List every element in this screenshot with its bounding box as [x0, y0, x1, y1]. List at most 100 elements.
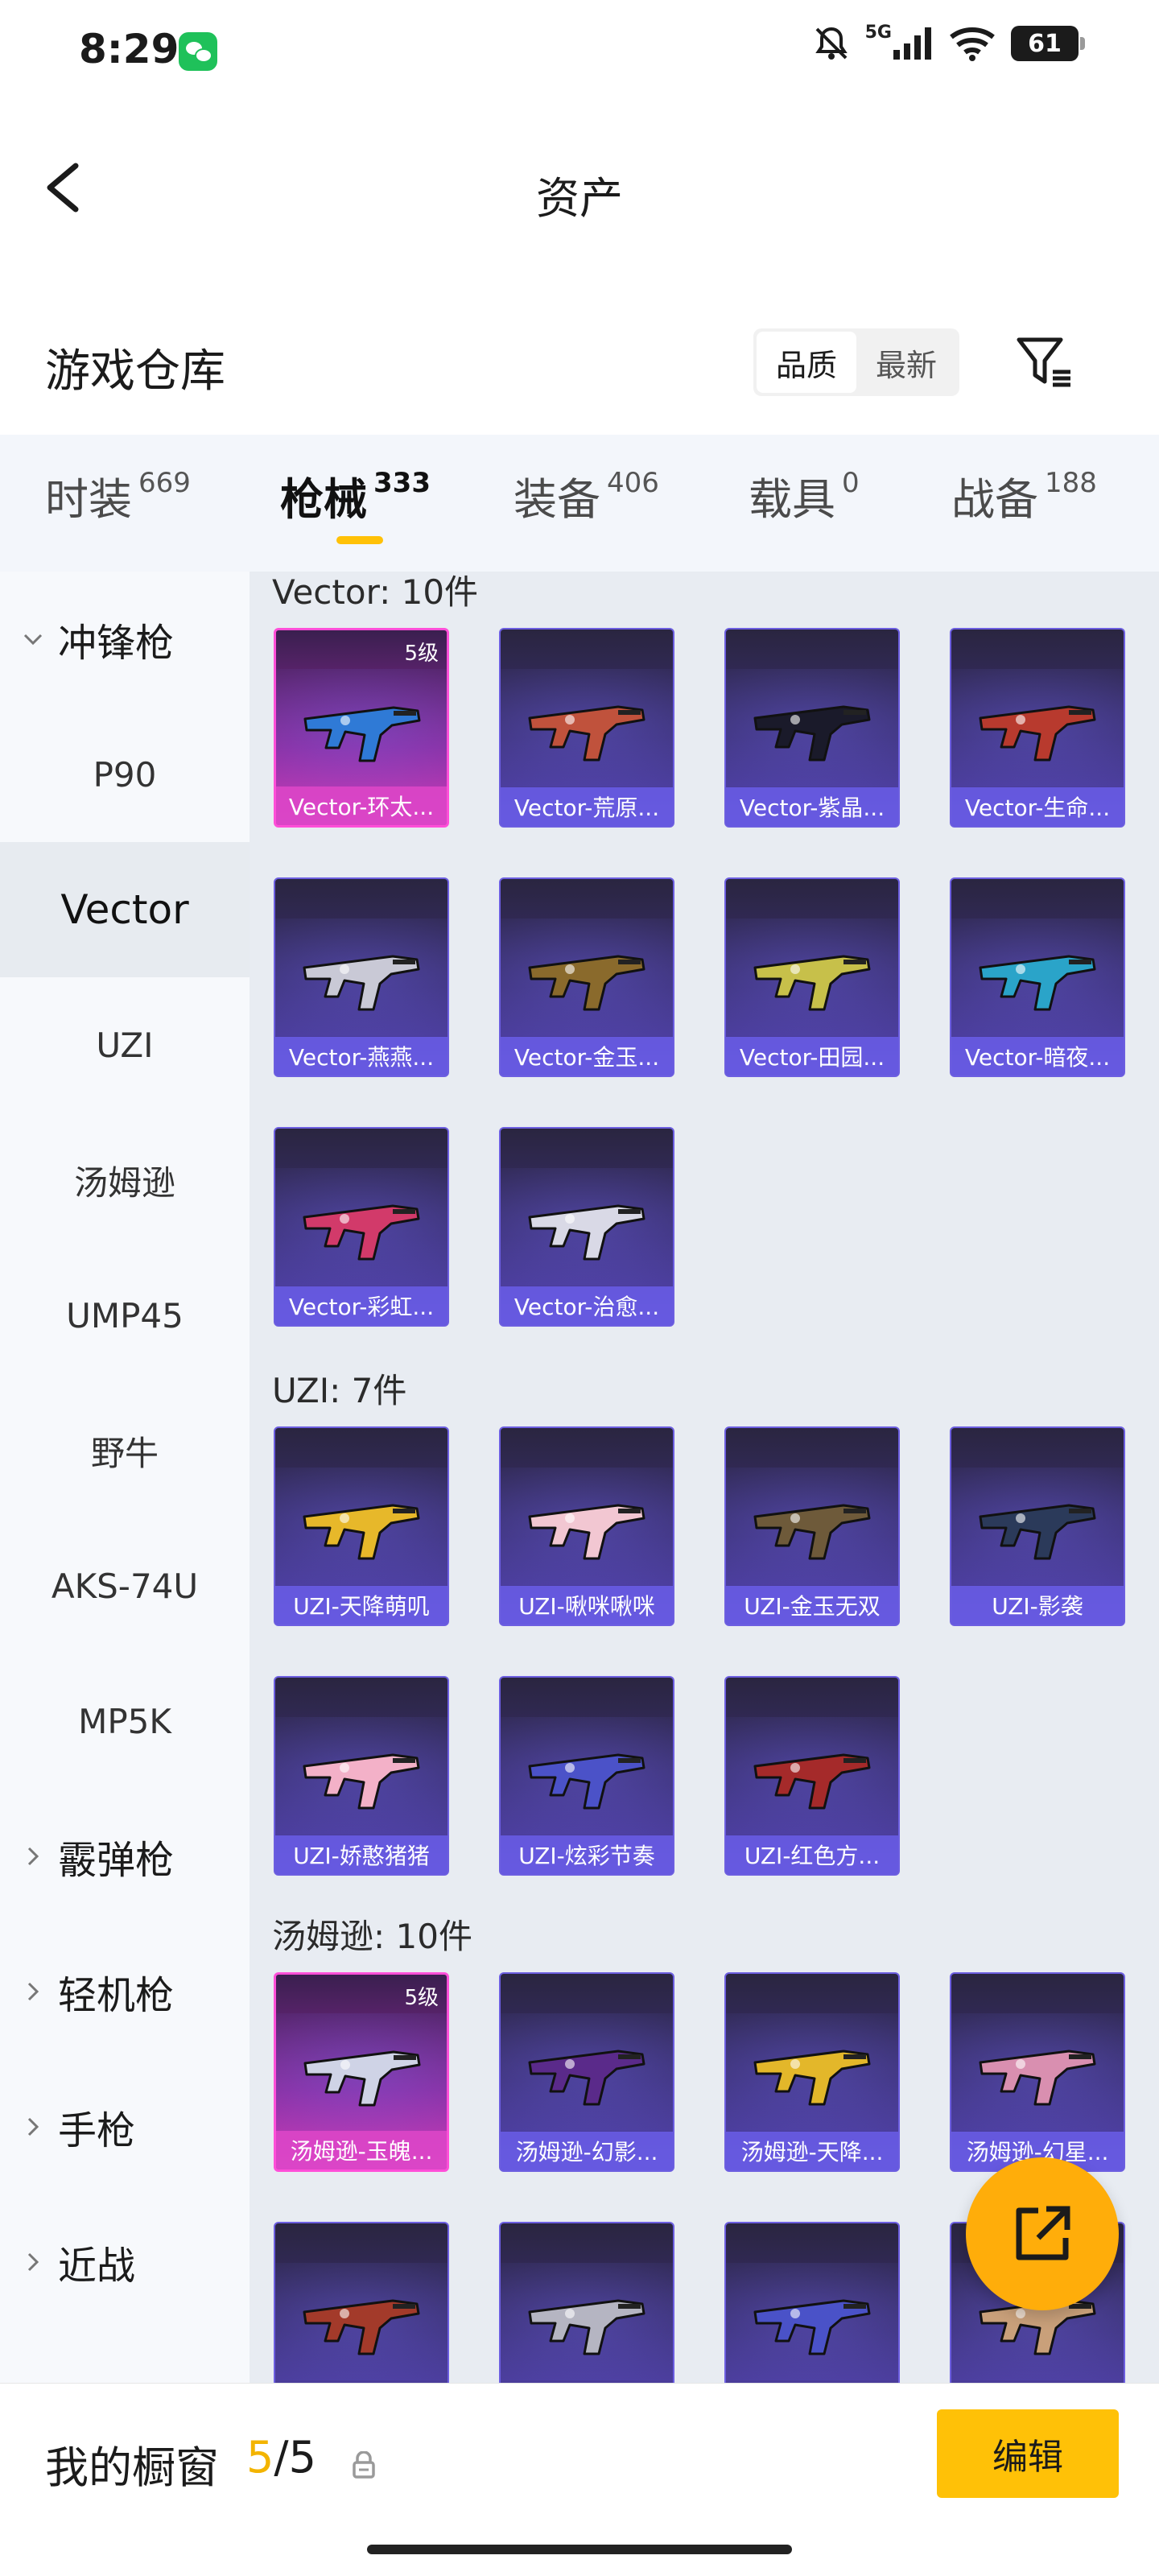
weapon-skin-image: [522, 1734, 655, 1814]
sidebar-item-uzi[interactable]: UZI: [0, 977, 250, 1113]
skin-card[interactable]: UZI-金玉无双: [724, 1426, 900, 1626]
skin-card[interactable]: [499, 2222, 674, 2383]
skin-card[interactable]: UZI-天降萌叽: [274, 1426, 449, 1626]
sort-option-newest[interactable]: 最新: [856, 332, 956, 393]
skin-card[interactable]: Vector-紫晶...: [724, 628, 900, 828]
weapon-skin-image: [522, 1185, 655, 1265]
weapon-skin-image: [747, 1734, 881, 1814]
weapon-skin-image: [522, 935, 655, 1016]
app-header: 资产: [0, 121, 1159, 258]
tab-supplies[interactable]: 战备 188: [951, 464, 1097, 527]
sidebar-group-pistol[interactable]: 手枪: [0, 2059, 250, 2194]
sidebar-group-melee[interactable]: 近战: [0, 2194, 250, 2330]
tab-count: 669: [138, 467, 191, 499]
chevron-down-icon: [23, 634, 43, 646]
skin-name: UZI-炫彩节奏: [501, 1835, 673, 1874]
sidebar-item-label: 近战: [58, 2244, 136, 2289]
skin-card[interactable]: 5级 Vector-环太...: [274, 628, 449, 828]
sidebar-item-vector[interactable]: Vector: [0, 842, 250, 977]
skin-card[interactable]: 汤姆逊-幻星...: [950, 1972, 1125, 2172]
sidebar-item-bizon[interactable]: 野牛: [0, 1383, 250, 1518]
category-tabs: 时装 669 枪械 333 装备 406 载具 0 战备 188: [0, 435, 1159, 572]
showcase-count-separator: /: [274, 2432, 289, 2483]
skin-card[interactable]: 5级汤姆逊-玉魄...: [274, 1972, 449, 2172]
tab-fashion[interactable]: 时装 669: [45, 464, 191, 527]
skin-card[interactable]: [274, 2222, 449, 2383]
weapon-skin-image: [296, 935, 430, 1016]
skin-name: UZI-天降萌叽: [275, 1586, 448, 1624]
sidebar-item-ump45[interactable]: UMP45: [0, 1248, 250, 1383]
skin-card[interactable]: UZI-娇憨猪猪: [274, 1676, 449, 1876]
skin-name: Vector-生命...: [951, 787, 1124, 826]
skin-name: UZI-影袭: [951, 1586, 1124, 1624]
warehouse-header: 游戏仓库 品质 最新: [0, 314, 1159, 411]
tab-vehicles[interactable]: 载具 0: [749, 464, 860, 527]
skin-name: Vector-金玉...: [501, 1037, 673, 1075]
skin-card[interactable]: Vector-暗夜...: [950, 877, 1125, 1077]
filter-button[interactable]: [1011, 328, 1079, 396]
chevron-right-icon: [27, 1982, 39, 2001]
page-title: 资产: [536, 173, 623, 224]
skin-card[interactable]: UZI-红色方...: [724, 1676, 900, 1876]
sort-toggle: 品质 最新: [753, 328, 959, 396]
showcase-bar: 我的橱窗 5/5 编辑: [0, 2383, 1159, 2576]
weapon-skin-image: [972, 686, 1106, 766]
tab-firearms[interactable]: 枪械 333: [280, 464, 431, 527]
share-fab-button[interactable]: [966, 2157, 1119, 2310]
tab-label: 枪械: [280, 474, 367, 525]
skin-card[interactable]: Vector-田园...: [724, 877, 900, 1077]
skin-name: Vector-紫晶...: [726, 787, 898, 826]
skin-name: Vector-治愈...: [501, 1286, 673, 1325]
section-title: 游戏仓库: [45, 345, 225, 398]
sidebar-item-label: 冲锋枪: [58, 621, 175, 666]
status-time: 8:29: [79, 26, 179, 72]
skin-level-badge: 5级: [404, 1986, 439, 2010]
weapon-skin-image: [522, 686, 655, 766]
skin-card[interactable]: 汤姆逊-幻影...: [499, 1972, 674, 2172]
skin-card[interactable]: Vector-彩虹...: [274, 1127, 449, 1327]
weapon-skin-image: [522, 2030, 655, 2111]
sidebar-item-thompson[interactable]: 汤姆逊: [0, 1113, 250, 1248]
tab-count: 0: [842, 467, 860, 499]
skin-card[interactable]: 汤姆逊-天降...: [724, 1972, 900, 2172]
sort-option-quality[interactable]: 品质: [757, 332, 856, 393]
weapon-skin-image: [522, 1484, 655, 1565]
sidebar-item-mp5k[interactable]: MP5K: [0, 1653, 250, 1789]
skin-name: Vector-荒原...: [501, 787, 673, 826]
weapon-skin-image: [522, 2280, 655, 2360]
edit-showcase-button[interactable]: 编辑: [937, 2409, 1119, 2498]
group-title: 汤姆逊: 10件: [272, 1917, 472, 1956]
skin-name: UZI-金玉无双: [726, 1586, 898, 1624]
sidebar-item-p90[interactable]: P90: [0, 707, 250, 842]
skin-card[interactable]: UZI-炫彩节奏: [499, 1676, 674, 1876]
skin-card[interactable]: Vector-荒原...: [499, 628, 674, 828]
weapon-skin-image: [747, 1484, 881, 1565]
skin-card[interactable]: Vector-生命...: [950, 628, 1125, 828]
skin-name: 汤姆逊-幻影...: [501, 2132, 673, 2170]
sidebar-item-aks74u[interactable]: AKS-74U: [0, 1518, 250, 1653]
weapon-skin-image: [747, 686, 881, 766]
home-indicator[interactable]: [367, 2545, 792, 2554]
tab-equipment[interactable]: 装备 406: [514, 464, 659, 527]
skin-card[interactable]: Vector-金玉...: [499, 877, 674, 1077]
wifi-icon: [950, 27, 995, 61]
skin-card[interactable]: [724, 2222, 900, 2383]
showcase-count: 5/5: [246, 2432, 316, 2483]
skin-card[interactable]: UZI-啾咪啾咪: [499, 1426, 674, 1626]
filter-icon: [1017, 337, 1070, 387]
skin-name: 汤姆逊-玉魄...: [276, 2131, 447, 2169]
sidebar-group-smg[interactable]: 冲锋枪: [0, 572, 250, 707]
skin-card[interactable]: UZI-影袭: [950, 1426, 1125, 1626]
skin-name: Vector-暗夜...: [951, 1037, 1124, 1075]
lock-icon: [353, 2451, 375, 2479]
sidebar-group-lmg[interactable]: 轻机枪: [0, 1924, 250, 2059]
skin-card[interactable]: Vector-燕燕...: [274, 877, 449, 1077]
weapon-skin-image: [296, 1484, 430, 1565]
weapon-category-sidebar: 冲锋枪 P90 Vector UZI 汤姆逊 UMP45 野牛 AKS-74U …: [0, 572, 250, 2383]
weapon-skin-image: [972, 2030, 1106, 2111]
sidebar-item-label: 轻机枪: [58, 1973, 175, 2018]
sidebar-group-shotgun[interactable]: 霰弹枪: [0, 1789, 250, 1924]
skin-name: Vector-彩虹...: [275, 1286, 448, 1325]
skin-name: UZI-娇憨猪猪: [275, 1835, 448, 1874]
skin-card[interactable]: Vector-治愈...: [499, 1127, 674, 1327]
